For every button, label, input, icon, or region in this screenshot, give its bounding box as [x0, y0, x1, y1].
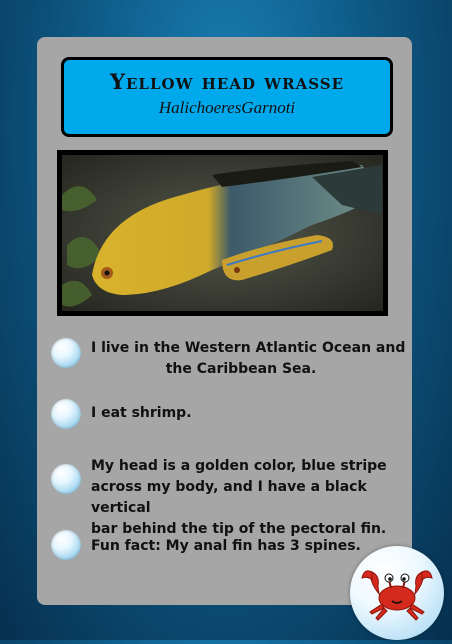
page-title: Yellow head wrasse [109, 69, 345, 94]
bubble-icon [51, 464, 81, 494]
fact-text: I live in the Western Atlantic Ocean and… [91, 340, 406, 377]
photo-frame [57, 150, 388, 316]
crab-bubble [350, 546, 444, 640]
scientific-name: HalichoeresGarnoti [158, 98, 296, 117]
fish-photo [62, 155, 383, 311]
bubble-icon [51, 399, 81, 429]
bubble-icon [51, 530, 81, 560]
crab-icon [361, 570, 433, 621]
fact-text: My head is a golden color, blue stripe a… [91, 458, 387, 537]
title-banner: Yellow head wrasse HalichoeresGarnoti [61, 57, 393, 137]
info-card: Yellow head wrasse HalichoeresGarnoti I … [37, 37, 412, 605]
fish-illustration [62, 155, 383, 311]
bubble-icon [51, 338, 81, 368]
fact-text: I eat shrimp. [91, 405, 192, 421]
